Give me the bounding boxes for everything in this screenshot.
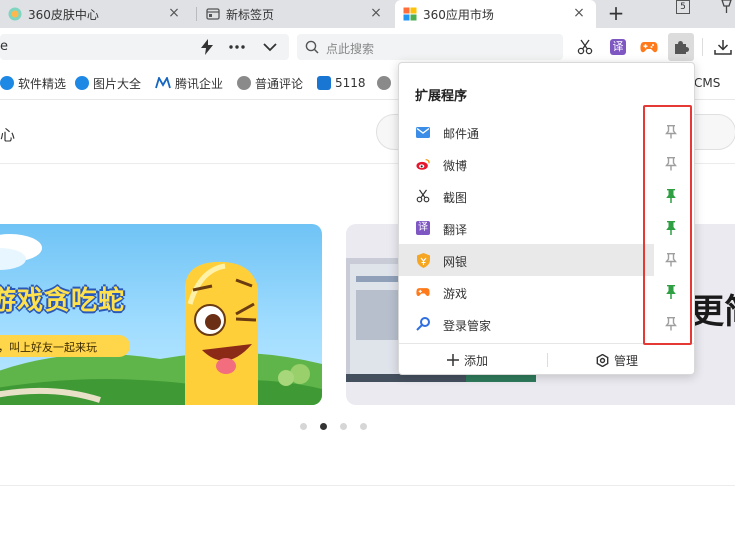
bookmark-label: 普通评论 [255, 76, 304, 91]
tab-label: 新标签页 [226, 7, 275, 22]
tab-label: 360应用市场 [423, 7, 494, 22]
plus-icon [447, 354, 459, 366]
bookmark-item[interactable]: 5118 [317, 75, 366, 91]
footer-separator [547, 353, 548, 367]
image-gallery-icon [75, 76, 89, 90]
translate-icon: 译 [416, 221, 430, 235]
banner-snake-game[interactable]: 游戏贪吃蛇 ，叫上好友一起来玩 [0, 224, 322, 405]
banner-headline: 更简 [690, 292, 735, 332]
bookmark-item[interactable]: 图片大全 [75, 75, 141, 91]
address-bar[interactable]: e [0, 34, 289, 60]
skin-center-icon [8, 7, 22, 21]
translate-icon: 译 [610, 39, 626, 55]
download-button[interactable] [711, 35, 735, 59]
scissors-icon [416, 189, 430, 203]
chevron-down-icon[interactable] [263, 42, 277, 52]
popup-title: 扩展程序 [415, 89, 468, 104]
extension-item-weibo[interactable]: 微博 [399, 148, 654, 180]
tab-app-market[interactable]: 360应用市场 × [395, 0, 596, 28]
tab-count-badge[interactable]: 5 [676, 0, 690, 14]
bookmark-label: 腾讯企业 [175, 76, 224, 91]
extension-item-mail[interactable]: 邮件通 [399, 116, 654, 148]
manage-extensions-button[interactable]: 管理 [596, 352, 638, 368]
more-icon[interactable] [229, 45, 245, 49]
screenshot-button[interactable] [573, 35, 597, 59]
manage-label: 管理 [614, 353, 639, 368]
weibo-icon [416, 157, 430, 171]
bank-shield-icon [416, 252, 430, 268]
carousel-dot[interactable] [360, 423, 367, 430]
new-tab-page-icon [206, 8, 220, 20]
extensions-puzzle-icon [675, 41, 689, 54]
extension-name: 网银 [443, 255, 468, 269]
extension-item-screenshot[interactable]: 截图 [399, 180, 654, 212]
extension-item-translate[interactable]: 译 翻译 [399, 212, 654, 244]
globe-icon [237, 76, 251, 90]
download-icon [714, 40, 732, 55]
close-icon[interactable]: × [572, 6, 586, 20]
toolbar-divider [702, 38, 703, 56]
bookmark-item[interactable]: 软件精选 [0, 75, 66, 91]
tab-bar: 360皮肤中心 × 新标签页 × 360应用市场 × + 5 [0, 0, 735, 28]
extension-item-login-manager[interactable]: 登录管家 [399, 308, 654, 340]
carousel-dot[interactable] [300, 423, 307, 430]
extension-item-game[interactable]: 游戏 [399, 276, 654, 308]
tencent-icon [155, 77, 171, 89]
game-icon [640, 42, 658, 53]
bookmark-label: CMS [694, 76, 721, 90]
new-tab-button[interactable]: + [606, 2, 626, 24]
banner-subtitle: ，叫上好友一起来玩 [0, 341, 97, 354]
game-button[interactable] [637, 35, 661, 59]
search-placeholder: 点此搜索 [326, 42, 375, 56]
bookmark-label: 5118 [335, 76, 366, 90]
carousel-dot[interactable] [340, 423, 347, 430]
login-key-icon [416, 317, 430, 331]
toolbar: e 点此搜索 译 [0, 28, 735, 66]
translate-button[interactable]: 译 [606, 35, 630, 59]
tab-divider [196, 7, 197, 21]
lightning-icon[interactable] [200, 39, 214, 55]
gear-icon [596, 353, 609, 367]
extension-name: 游戏 [443, 287, 468, 301]
gamepad-icon [416, 285, 430, 299]
carousel-dot-active[interactable] [320, 423, 327, 430]
page-title: 心 [0, 126, 16, 144]
banner-subtitle-pill: ，叫上好友一起来玩 [0, 335, 130, 357]
pin-window-icon[interactable] [718, 0, 735, 14]
tab-skin-center[interactable]: 360皮肤中心 × [0, 0, 193, 28]
banner-title: 游戏贪吃蛇 [0, 286, 126, 316]
extension-name: 微博 [443, 159, 468, 173]
add-extension-button[interactable]: 添加 [447, 352, 488, 368]
bookmark-item[interactable]: 普通评论 [237, 75, 303, 91]
pin-column-highlight [643, 105, 692, 345]
search-icon [305, 40, 319, 54]
extension-name: 邮件通 [443, 127, 480, 141]
extension-name: 翻译 [443, 223, 468, 237]
screenshot-scissors-icon [577, 39, 593, 55]
software-icon [0, 76, 14, 90]
bookmark-label: 图片大全 [93, 76, 142, 91]
bookmark-label: 软件精选 [18, 76, 67, 91]
tab-label: 360皮肤中心 [28, 7, 99, 22]
close-icon[interactable]: × [167, 6, 181, 20]
close-icon[interactable]: × [369, 6, 383, 20]
address-text: e [0, 39, 8, 54]
search-box[interactable]: 点此搜索 [297, 34, 563, 60]
extension-name: 登录管家 [443, 319, 492, 333]
bookmark-item[interactable] [377, 75, 395, 91]
tab-new-tab[interactable]: 新标签页 × [198, 0, 392, 28]
extension-item-bank[interactable]: 网银 [399, 244, 654, 276]
globe-icon [377, 76, 391, 90]
app-market-icon [403, 7, 417, 21]
bookmark-item[interactable]: 腾讯企业 [155, 75, 223, 91]
mail-icon [416, 125, 430, 139]
extensions-button[interactable] [668, 33, 694, 61]
site-5118-icon [317, 76, 331, 90]
add-label: 添加 [464, 353, 489, 368]
bookmark-item[interactable]: CMS [694, 75, 720, 91]
section-divider [0, 485, 735, 486]
extension-name: 截图 [443, 191, 468, 205]
